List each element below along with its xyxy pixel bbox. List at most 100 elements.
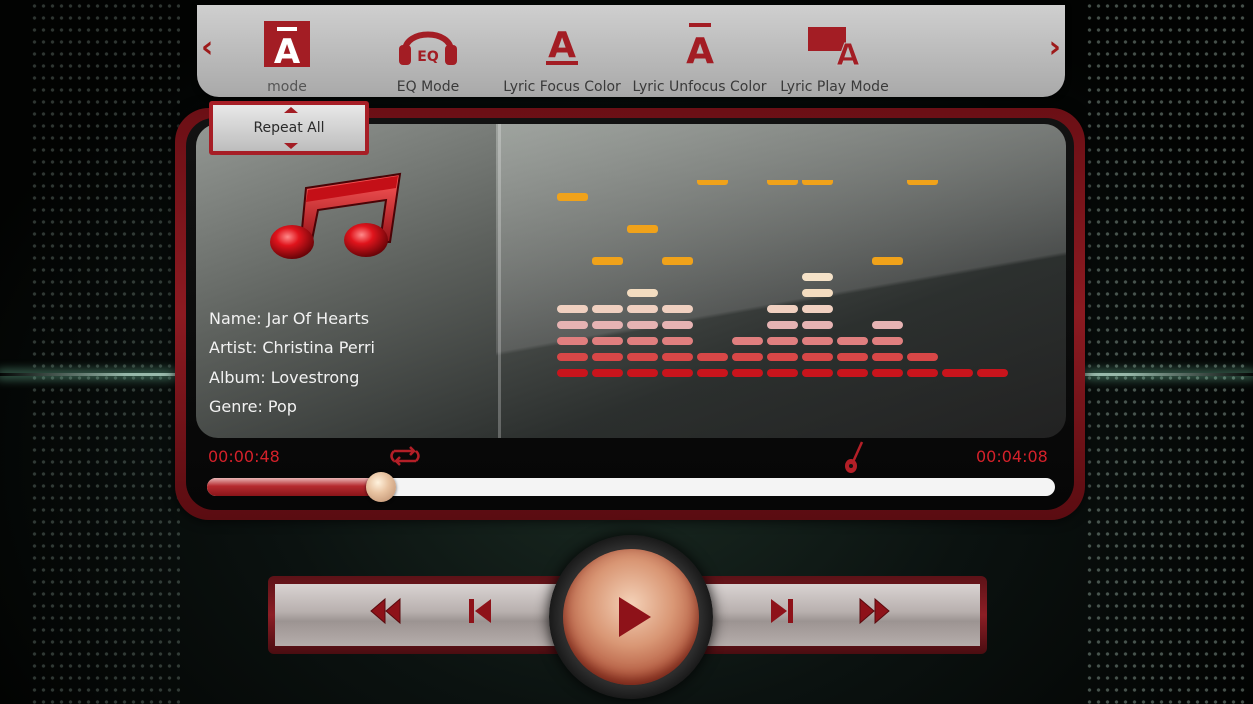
svg-text:A: A	[836, 38, 860, 69]
progress-slider[interactable]	[207, 472, 1055, 502]
menu-item-label: mode	[267, 79, 307, 95]
eq-peak-marker	[872, 257, 903, 265]
equalizer-visualizer	[557, 180, 1008, 377]
eq-bar-segment	[942, 369, 973, 377]
track-artist: Artist: Christina Perri	[209, 338, 375, 357]
eq-bar-segment	[557, 305, 588, 313]
svg-text:A: A	[548, 25, 576, 66]
next-icon	[771, 599, 793, 623]
menu-item-lyric-unfocus-color[interactable]: A Lyric Unfocus Color	[632, 13, 767, 97]
eq-bar-segment	[697, 353, 728, 361]
eq-bar-segment	[592, 305, 623, 313]
menu-item-lyric-play-mode[interactable]: A Lyric Play Mode	[777, 13, 892, 97]
svg-text:EQ: EQ	[417, 49, 439, 65]
eq-bar-segment	[592, 353, 623, 361]
menu-item-label: Lyric Play Mode	[780, 79, 889, 95]
eq-peak-marker	[627, 225, 658, 233]
eq-bar-segment	[767, 353, 798, 361]
svg-text:A: A	[274, 32, 301, 69]
eq-bar-segment	[627, 305, 658, 313]
eq-bar-segment	[837, 337, 868, 345]
eq-bar-segment	[627, 289, 658, 297]
eq-bar-segment	[732, 337, 763, 345]
menu-item-label: Lyric Unfocus Color	[632, 79, 767, 95]
eq-bar-segment	[837, 369, 868, 377]
rewind-button[interactable]	[365, 591, 405, 631]
menu-item-eq-mode[interactable]: EQ EQ Mode	[383, 13, 473, 97]
progress-knob[interactable]	[365, 472, 396, 502]
eq-bar-segment	[627, 353, 658, 361]
eq-bar-segment	[977, 369, 1008, 377]
eq-bar-segment	[592, 321, 623, 329]
eq-peak-marker	[802, 180, 833, 185]
player-screen: ‹ › A mode EQ EQ Mode A Lyric Focus Colo…	[0, 0, 1253, 704]
eq-bar-segment	[802, 321, 833, 329]
settings-menu-bar: ‹ › A mode EQ EQ Mode A Lyric Focus Colo…	[197, 5, 1065, 97]
eq-bar-segment	[662, 337, 693, 345]
chevron-up-icon[interactable]	[284, 107, 298, 113]
play-button[interactable]	[563, 549, 699, 685]
music-note-icon	[266, 168, 408, 264]
repeat-mode-dropdown[interactable]: Repeat All	[209, 101, 369, 155]
menu-item-label: EQ Mode	[396, 79, 460, 95]
fast-forward-icon	[859, 597, 890, 625]
repeat-icon[interactable]	[386, 441, 424, 471]
a-screen-icon: A	[777, 13, 892, 75]
a-underline-icon: A	[502, 13, 622, 75]
previous-button[interactable]	[460, 591, 500, 631]
background-light-bar	[498, 124, 501, 438]
track-name: Name: Jar Of Hearts	[209, 309, 370, 328]
eq-bar-segment	[662, 321, 693, 329]
eq-peak-marker	[557, 193, 588, 201]
eq-bar-segment	[557, 353, 588, 361]
eq-bar-segment	[627, 369, 658, 377]
eq-peak-marker	[907, 180, 938, 185]
track-album: Album: Lovestrong	[209, 368, 360, 387]
guitar-icon	[842, 440, 868, 474]
eq-bar-segment	[802, 369, 833, 377]
next-button[interactable]	[762, 591, 802, 631]
eq-bar-segment	[557, 321, 588, 329]
eq-peak-marker	[697, 180, 728, 185]
eq-bar-segment	[557, 369, 588, 377]
eq-bar-segment	[662, 353, 693, 361]
progress-fill	[207, 478, 381, 496]
eq-peak-marker	[662, 257, 693, 265]
menu-item-lyric-focus-color[interactable]: A Lyric Focus Color	[502, 13, 622, 97]
eq-bar-segment	[802, 289, 833, 297]
menu-left-arrow[interactable]: ‹	[201, 33, 213, 63]
headphones-eq-icon: EQ	[383, 13, 473, 75]
menu-item-label: Lyric Focus Color	[503, 79, 621, 95]
eq-bar-segment	[627, 337, 658, 345]
repeat-mode-selector: Repeat All	[213, 105, 365, 151]
a-overline-icon: A	[632, 13, 767, 75]
eq-bar-segment	[592, 369, 623, 377]
rewind-icon	[370, 597, 401, 625]
previous-icon	[469, 599, 491, 623]
elapsed-time: 00:00:48	[208, 447, 280, 466]
eq-bar-segment	[592, 337, 623, 345]
eq-bar-segment	[872, 353, 903, 361]
eq-bar-segment	[802, 353, 833, 361]
eq-bar-segment	[767, 305, 798, 313]
chevron-down-icon[interactable]	[284, 143, 298, 149]
eq-bar-segment	[907, 353, 938, 361]
menu-right-arrow[interactable]: ›	[1049, 33, 1061, 63]
eq-bar-segment	[802, 337, 833, 345]
eq-bar-segment	[557, 337, 588, 345]
a-overline-icon: A	[247, 13, 327, 75]
track-genre: Genre: Pop	[209, 397, 297, 416]
eq-bar-segment	[802, 273, 833, 281]
eq-bar-segment	[767, 337, 798, 345]
eq-bar-segment	[872, 337, 903, 345]
eq-bar-segment	[907, 369, 938, 377]
eq-bar-segment	[662, 305, 693, 313]
eq-bar-segment	[697, 369, 728, 377]
menu-item-mode[interactable]: A mode	[247, 13, 327, 97]
eq-bar-segment	[767, 321, 798, 329]
fast-forward-button[interactable]	[855, 591, 895, 631]
svg-text:A: A	[686, 31, 714, 69]
eq-peak-marker	[767, 180, 798, 185]
eq-bar-segment	[627, 321, 658, 329]
eq-bar-segment	[872, 369, 903, 377]
